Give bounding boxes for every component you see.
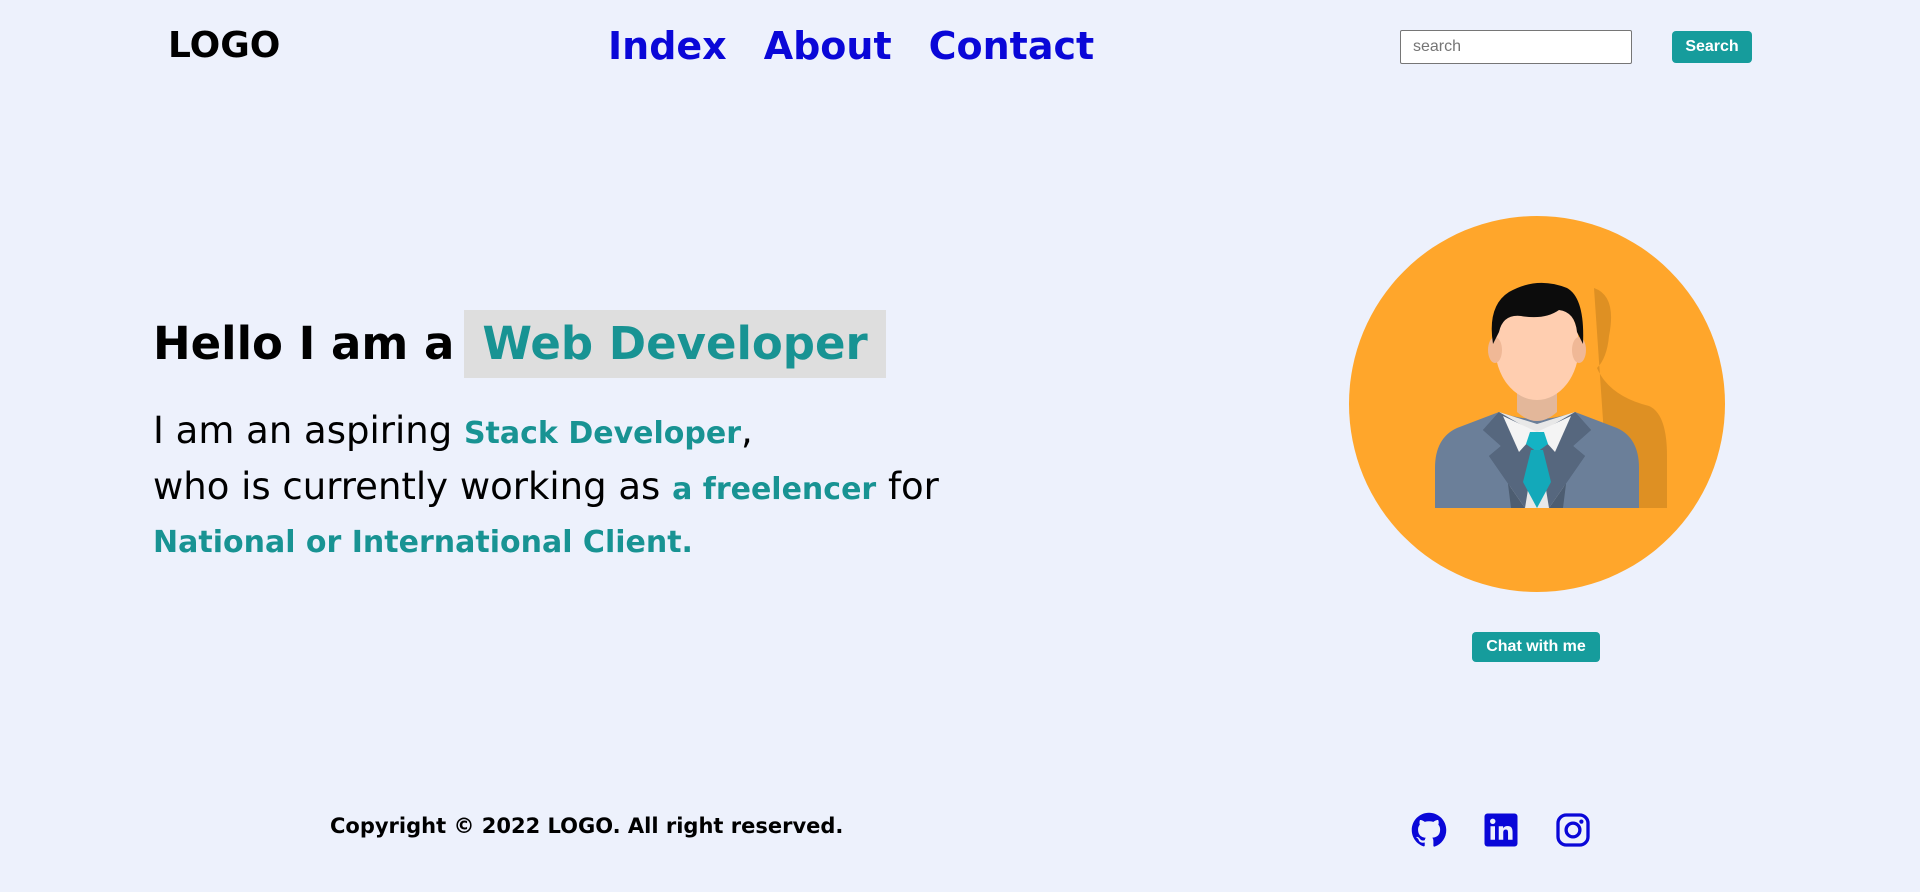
description-accent: Stack Developer bbox=[463, 416, 741, 451]
description-text: I am an aspiring bbox=[153, 409, 453, 452]
description-line-2: who is currently working as a freelencer… bbox=[153, 462, 939, 515]
hero-title-highlight: Web Developer bbox=[464, 310, 886, 378]
github-icon bbox=[1411, 812, 1447, 847]
description-line-3: National or International Client. bbox=[153, 525, 693, 560]
chat-with-me-button[interactable]: Chat with me bbox=[1472, 632, 1600, 662]
nav-link-contact[interactable]: Contact bbox=[929, 20, 1095, 72]
nav-link-about[interactable]: About bbox=[764, 20, 892, 72]
description-suffix: for bbox=[887, 465, 939, 508]
instagram-icon bbox=[1556, 813, 1590, 847]
description-accent: a freelencer bbox=[672, 472, 877, 507]
linkedin-link[interactable] bbox=[1483, 812, 1519, 848]
instagram-link[interactable] bbox=[1555, 812, 1591, 848]
linkedin-icon bbox=[1484, 813, 1518, 847]
description-line-1: I am an aspiring Stack Developer, bbox=[153, 406, 753, 459]
github-link[interactable] bbox=[1411, 812, 1447, 848]
copyright-text: Copyright © 2022 LOGO. All right reserve… bbox=[330, 814, 844, 838]
nav-link-index[interactable]: Index bbox=[608, 20, 727, 72]
avatar bbox=[1349, 216, 1725, 592]
logo[interactable]: LOGO bbox=[168, 22, 280, 70]
description-suffix: , bbox=[740, 409, 753, 452]
search-input[interactable] bbox=[1400, 30, 1632, 64]
search-button[interactable]: Search bbox=[1672, 31, 1752, 63]
person-avatar-icon bbox=[1349, 216, 1725, 592]
main-nav: Index About Contact bbox=[608, 20, 1094, 72]
description-text: who is currently working as bbox=[153, 465, 661, 508]
social-links bbox=[1411, 812, 1591, 848]
hero-title: Hello I am a Web Developer bbox=[153, 310, 886, 378]
hero-title-prefix: Hello I am a bbox=[153, 317, 455, 370]
